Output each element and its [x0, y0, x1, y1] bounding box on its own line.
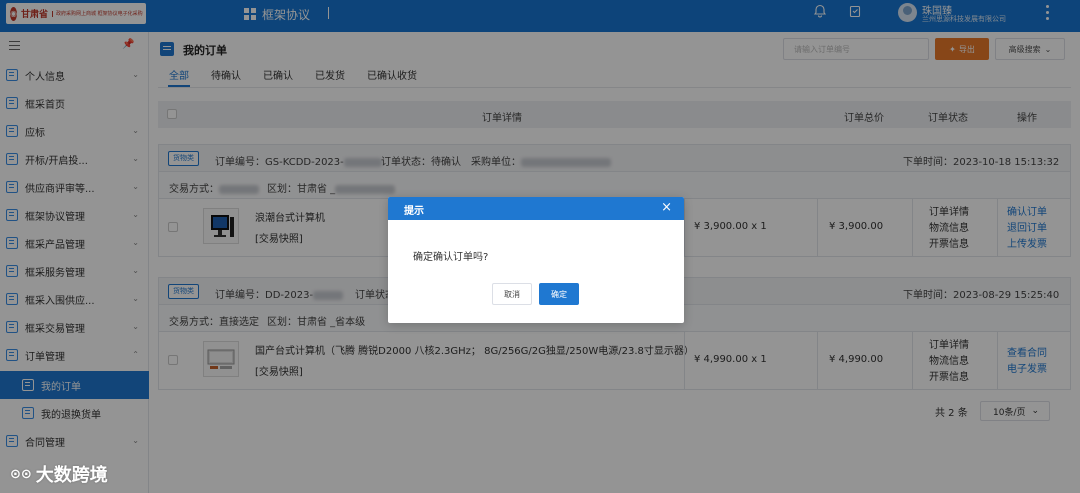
cancel-button[interactable]: 取消 [492, 283, 532, 305]
dialog-header: 提示 × [388, 197, 684, 220]
watermark-text: 大数跨境 [35, 465, 108, 486]
close-icon[interactable]: × [661, 200, 672, 216]
confirm-dialog: 提示 × 确定确认订单吗? 取消 确定 [388, 197, 684, 323]
watermark: ⊙⊙ 大数跨境 [10, 461, 108, 487]
dialog-message: 确定确认订单吗? [413, 252, 489, 263]
watermark-logo-icon: ⊙⊙ [10, 466, 32, 482]
dialog-title: 提示 [404, 206, 424, 217]
confirm-button[interactable]: 确定 [539, 283, 579, 305]
